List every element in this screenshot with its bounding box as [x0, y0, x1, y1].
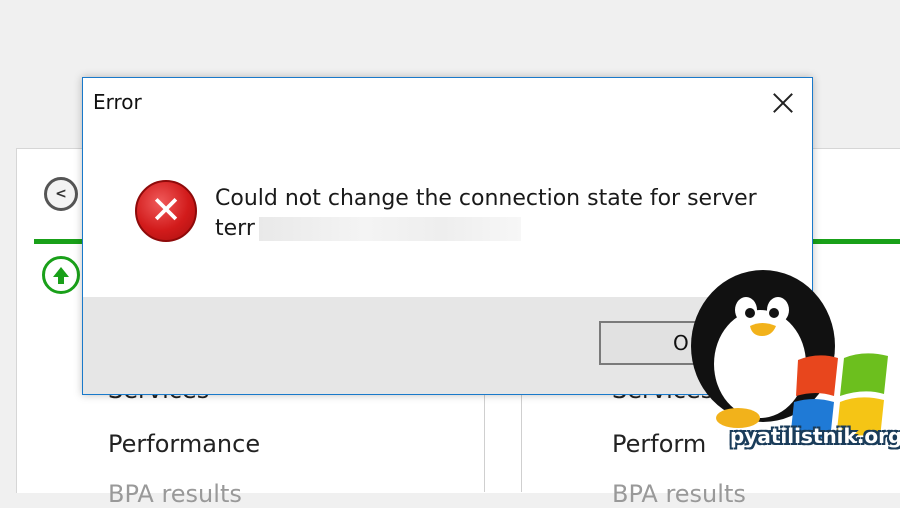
column-divider: [521, 392, 522, 492]
column-divider: [484, 392, 485, 492]
error-message-server-prefix: terr: [215, 216, 255, 241]
left-performance-label[interactable]: Performance: [108, 430, 260, 458]
up-arrow-icon: [42, 256, 80, 294]
error-message-line1: Could not change the connection state fo…: [215, 186, 757, 211]
error-message: Could not change the connection state fo…: [215, 184, 775, 244]
watermark-text: pyatilistnik.org: [730, 424, 900, 448]
redacted-server-name: [258, 217, 521, 241]
dialog-title: Error: [93, 90, 142, 114]
error-icon: ✕: [135, 180, 197, 242]
close-icon[interactable]: [768, 88, 798, 118]
connection-icon: <: [44, 177, 78, 211]
pyatilistnik-logo: [691, 270, 888, 440]
left-bpa-label[interactable]: BPA results: [108, 480, 242, 508]
